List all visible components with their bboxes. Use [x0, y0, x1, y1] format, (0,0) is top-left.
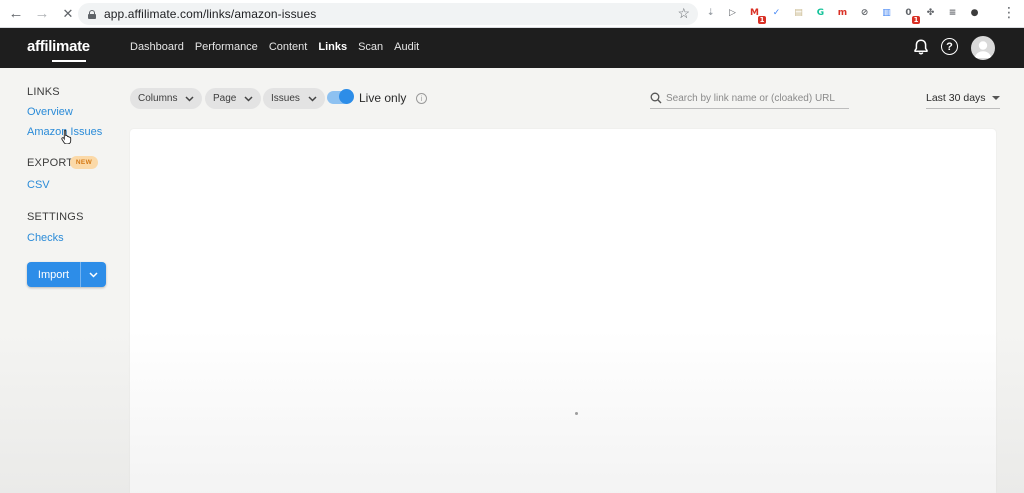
- profile-ext-icon[interactable]: ●: [967, 5, 982, 20]
- puzzle-ext-glyph: ✤: [926, 7, 935, 18]
- loading-indicator: [575, 412, 578, 415]
- lock-icon: [88, 9, 96, 19]
- date-range-select[interactable]: Last 30 days: [926, 88, 1000, 109]
- nav-item-content[interactable]: Content: [269, 41, 308, 53]
- m-ext-icon[interactable]: m: [835, 5, 850, 20]
- browser-menu-icon[interactable]: ⋮: [1002, 5, 1016, 21]
- export-heading: EXPORT: [27, 157, 74, 169]
- note-ext-glyph: ▤: [794, 7, 803, 18]
- import-dropdown-toggle[interactable]: [81, 262, 106, 287]
- nav-item-dashboard[interactable]: Dashboard: [130, 41, 184, 53]
- m-ext-glyph: m: [837, 7, 848, 18]
- browser-toolbar: ← → ✕ app.affilimate.com/links/amazon-is…: [0, 0, 1024, 28]
- help-icon[interactable]: ?: [941, 38, 958, 55]
- nav-item-links[interactable]: Links: [318, 41, 347, 53]
- nav-item-audit[interactable]: Audit: [394, 41, 419, 53]
- chevron-down-icon: [89, 271, 98, 278]
- import-split-button: Import: [27, 262, 106, 287]
- url-text[interactable]: app.affilimate.com/links/amazon-issues: [104, 7, 316, 21]
- extensions-bar: ⇣ ▷ M 1 ✓ ▤ Gm ⊘ ▥ 0 1 ✤ ≡ ●: [703, 5, 982, 24]
- nav-item-performance[interactable]: Performance: [195, 41, 258, 53]
- download-ext-glyph: ⇣: [706, 7, 715, 18]
- avatar-silhouette-icon: [974, 41, 992, 58]
- play-ext-icon[interactable]: ▷: [725, 5, 740, 20]
- links-table-panel: [130, 129, 996, 493]
- list-ext-icon[interactable]: ≡: [945, 5, 960, 20]
- compass-ext-glyph: ⊘: [860, 7, 869, 18]
- chart-ext-icon[interactable]: ▥: [879, 5, 894, 20]
- new-badge: NEW: [70, 156, 98, 169]
- issues-filter[interactable]: Issues: [263, 88, 325, 109]
- live-only-toggle-knob[interactable]: [339, 89, 354, 104]
- sidebar-item-csv[interactable]: CSV: [27, 179, 50, 191]
- counter-ext-glyph: 0: [905, 7, 912, 18]
- hand-cursor-icon: [61, 129, 72, 144]
- columns-filter[interactable]: Columns: [130, 88, 203, 109]
- page-filter[interactable]: Page: [205, 88, 262, 109]
- issues-filter-label: Issues: [271, 93, 300, 104]
- stop-loading-icon[interactable]: ✕: [58, 4, 78, 24]
- chevron-down-icon: [244, 95, 253, 102]
- columns-filter-label: Columns: [138, 93, 178, 104]
- bookmark-star-icon[interactable]: ☆: [677, 5, 690, 22]
- list-ext-glyph: ≡: [948, 7, 957, 18]
- info-icon[interactable]: i: [416, 93, 427, 104]
- grammarly-ext-glyph: G: [816, 7, 825, 18]
- app-header: affilimate Dashboard Performance Content Li…: [0, 28, 1024, 68]
- play-ext-glyph: ▷: [729, 7, 736, 18]
- settings-heading: SETTINGS: [27, 211, 84, 223]
- address-bar[interactable]: app.affilimate.com/links/amazon-issues ☆: [78, 3, 698, 25]
- sidebar-item-overview[interactable]: Overview: [27, 106, 73, 118]
- main-nav: Dashboard Performance Content Links Scan Audi…: [130, 41, 419, 53]
- forward-icon[interactable]: →: [32, 4, 52, 24]
- caret-down-icon: [991, 95, 1000, 100]
- user-avatar[interactable]: [971, 36, 995, 60]
- puzzle-ext-icon[interactable]: ✤: [923, 5, 938, 20]
- chevron-down-icon: [185, 95, 194, 102]
- affilimate-logo[interactable]: affilimate: [27, 38, 90, 55]
- chart-ext-glyph: ▥: [882, 7, 891, 18]
- grammarly-ext-icon[interactable]: G: [813, 5, 828, 20]
- chevron-down-icon: [308, 95, 317, 102]
- compass-ext-icon[interactable]: ⊘: [857, 5, 872, 20]
- bolt-ext-icon[interactable]: ✓: [769, 5, 784, 20]
- download-ext-icon[interactable]: ⇣: [703, 5, 718, 20]
- counter-ext-icon[interactable]: 01: [901, 5, 920, 24]
- logo-underline: [52, 60, 86, 62]
- page-filter-label: Page: [213, 93, 237, 104]
- import-button[interactable]: Import: [27, 262, 81, 287]
- link-search: [650, 88, 849, 109]
- profile-ext-glyph: ●: [970, 7, 979, 18]
- sidebar-item-checks[interactable]: Checks: [27, 232, 64, 244]
- notifications-bell-icon[interactable]: [912, 38, 930, 56]
- links-heading: LINKS: [27, 86, 60, 98]
- counter-ext-badge: 1: [912, 16, 920, 24]
- search-icon: [650, 92, 662, 104]
- back-icon[interactable]: ←: [6, 4, 26, 24]
- search-input[interactable]: [666, 90, 846, 106]
- red-ext-icon[interactable]: M1: [747, 5, 766, 24]
- nav-item-scan[interactable]: Scan: [358, 41, 383, 53]
- bolt-ext-glyph: ✓: [772, 7, 781, 18]
- date-range-label: Last 30 days: [926, 91, 986, 104]
- red-ext-badge: 1: [758, 16, 766, 24]
- note-ext-icon[interactable]: ▤: [791, 5, 806, 20]
- live-only-label: Live only: [359, 91, 407, 105]
